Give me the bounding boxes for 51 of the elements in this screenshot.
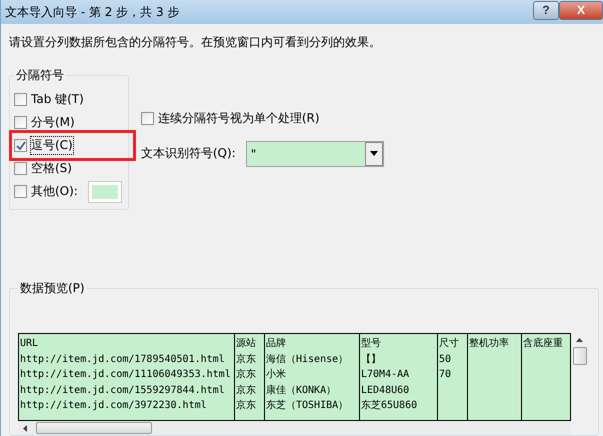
table-cell-text: 海信（Hisense） [265,352,350,366]
caret-icon [370,151,378,156]
table-cell-text: http://item.jd.com/3972230.html [19,399,208,413]
table-cell-text: 整机功率 [468,336,510,351]
table-cell-text: 70 [438,368,452,382]
checkbox[interactable] [140,112,154,125]
checkbox-label: 分号(M) [31,114,75,131]
table-cell-text: http://item.jd.com/11106049353.html [19,368,232,382]
qualifier-dropdown[interactable]: " [246,140,384,166]
scroll-thumb[interactable] [572,347,586,365]
table-cell-text: 京东 [235,352,257,366]
scroll-thumb[interactable] [36,422,152,434]
field-label: 文本识别符号(Q): [140,145,236,162]
table-cell-text: L70M4-AA [360,368,410,382]
table-cell-text: 含底座重 [522,336,564,351]
table-cell-text: 尺寸 [438,336,460,351]
help-button[interactable]: ? [533,0,559,20]
group-title: 分隔符号 [15,67,65,84]
input-field[interactable] [88,180,122,202]
checkbox[interactable] [14,116,27,129]
checkbox[interactable] [14,139,27,152]
table-cell-text: 小米 [265,368,287,382]
table-cell-text: 康佳（KONKA） [265,384,338,398]
scroll-left-icon[interactable] [23,424,27,432]
scroll-up-icon[interactable] [576,338,583,342]
dropdown-button[interactable] [364,142,383,166]
checkbox-label: 空格(S) [31,160,72,177]
table-cell-text: http://item.jd.com/1559297844.html [19,384,226,398]
checkbox-label: Tab 键(T) [31,91,84,108]
table-cell-text: URL [19,337,40,351]
table-cell-text: 东芝65U860 [360,398,418,413]
table-cell-text: 型号 [360,336,382,351]
table-cell-text: 品牌 [265,337,287,351]
checkbox[interactable] [14,162,27,175]
table-cell-text: http://item.jd.com/1789540501.html [19,352,226,366]
window-title: 文本导入向导 - 第 2 步，共 3 步 [5,4,180,20]
group-title: 数据预览(P) [19,280,86,297]
checkbox[interactable] [14,93,27,106]
table-cell-text: 京东 [235,384,257,398]
table-cell-text: 【】 [360,352,382,366]
checkbox-label: 其他(O): [31,183,78,200]
checkbox-label: 连续分隔符号视为单个处理(R) [158,110,320,127]
table-cell-text: LED48U60 [360,384,410,398]
checkbox[interactable] [14,185,27,198]
instruction-text: 请设置分列数据所包含的分隔符号。在预览窗口内可看到分列的效果。 [9,34,382,51]
table-cell-text: 源站 [235,336,257,351]
table-cell-text: 京东 [235,398,257,413]
checkbox-label: 逗号(C) [31,137,73,154]
table-cell-text: 东芝（TOSHIBA） [265,398,350,413]
table-cell-text: 50 [438,352,452,366]
table-cell-text: 京东 [235,368,257,382]
